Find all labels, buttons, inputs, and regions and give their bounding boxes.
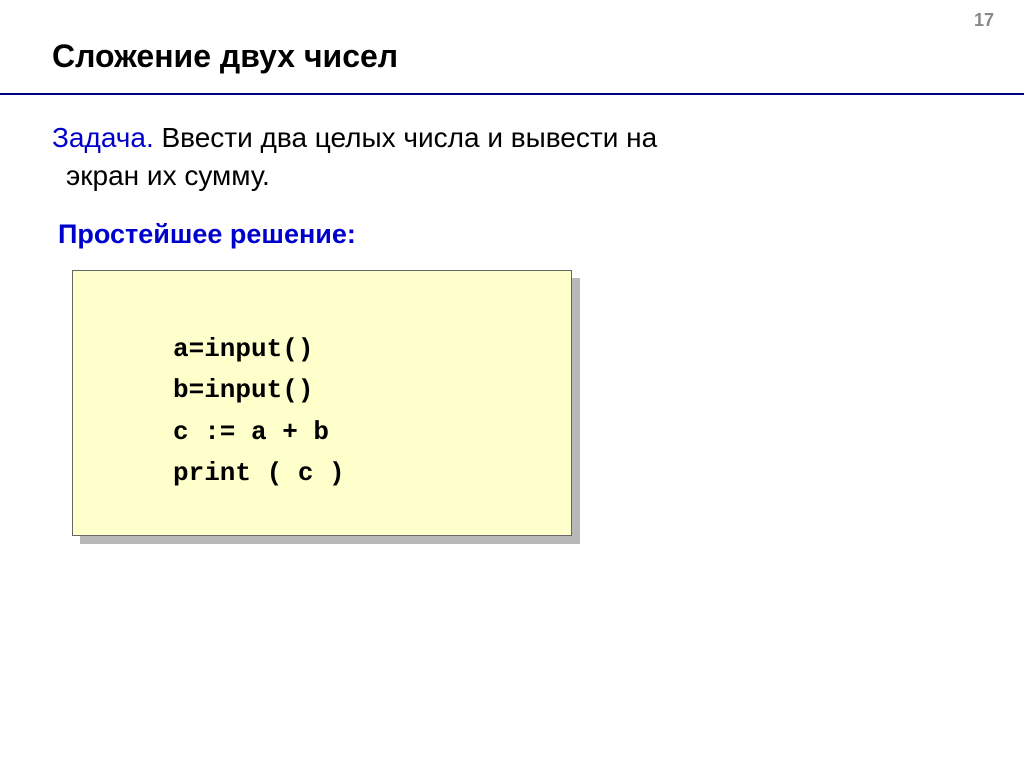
task-text-2: экран их сумму. (52, 157, 972, 195)
code-line-1: a=input() (173, 329, 541, 371)
page-number: 17 (974, 10, 994, 31)
task-description: Задача. Ввести два целых числа и вывести… (52, 119, 972, 195)
code-box-wrapper: a=input() b=input() c := a + b print ( c… (72, 270, 572, 536)
slide-title: Сложение двух чисел (0, 0, 1024, 95)
code-line-4: print ( c ) (173, 453, 541, 495)
task-text-1: Ввести два целых числа и вывести на (154, 122, 657, 153)
content-area: Задача. Ввести два целых числа и вывести… (0, 95, 1024, 560)
solution-label: Простейшее решение: (52, 219, 972, 250)
code-box: a=input() b=input() c := a + b print ( c… (72, 270, 572, 536)
code-line-2: b=input() (173, 370, 541, 412)
task-label: Задача. (52, 122, 154, 153)
code-line-3: c := a + b (173, 412, 541, 454)
